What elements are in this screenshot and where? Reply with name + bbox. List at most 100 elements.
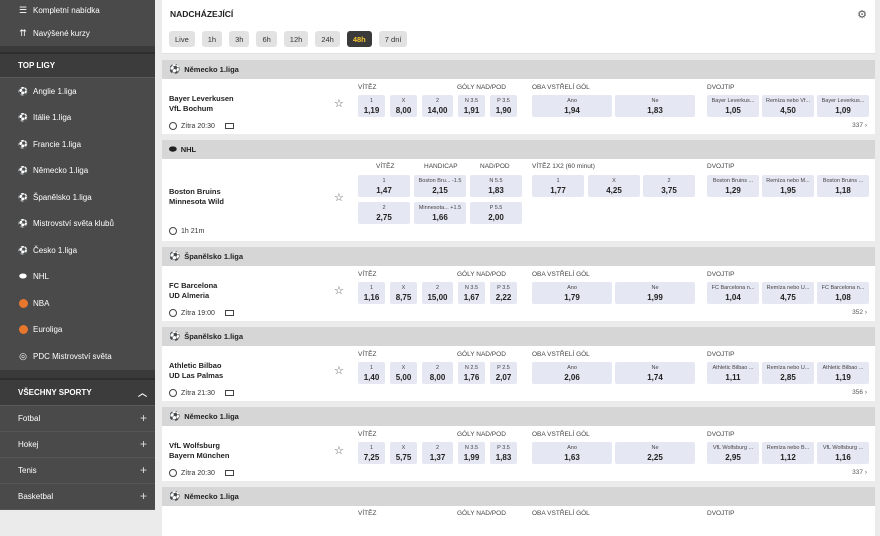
sidebar-league-item[interactable]: ⬬ NHL <box>0 264 155 291</box>
odds-button[interactable]: Ano 2,06 <box>532 362 612 384</box>
odds-button[interactable]: Remíza nebo M... 1,95 <box>762 175 814 197</box>
sidebar-league-item[interactable]: ◎ PDC Mistrovství světa <box>0 343 155 370</box>
favorite-star-icon[interactable]: ☆ <box>334 97 344 110</box>
league-header[interactable]: ⚽ Německo 1.liga <box>162 487 875 506</box>
tab-7-dní[interactable]: 7 dní <box>378 31 408 47</box>
odds-button[interactable]: X 5,00 <box>390 362 417 384</box>
odds-button[interactable]: 1 1,19 <box>358 95 385 117</box>
odds-button[interactable]: P 3.5 1,90 <box>490 95 517 117</box>
match-teams[interactable]: VfL Wolfsburg Bayern München <box>169 441 229 461</box>
odds-button[interactable]: FC Barcelona n... 1,08 <box>817 282 869 304</box>
tab-12h[interactable]: 12h <box>283 31 309 47</box>
sidebar-league-item[interactable]: ⚽ Mistrovství světa klubů <box>0 211 155 238</box>
odds-button[interactable]: X 8,00 <box>390 95 417 117</box>
sidebar-sport-item[interactable]: Fotbal + <box>0 405 155 432</box>
filter-settings-icon[interactable]: ⚙ <box>857 8 867 21</box>
league-header[interactable]: ⬬ NHL <box>162 140 875 159</box>
odds-button[interactable]: 2 3,75 <box>643 175 695 197</box>
odds-button[interactable]: Ne 1,99 <box>615 282 695 304</box>
odds-button[interactable]: Minnesota... +1.5 1,66 <box>414 202 466 224</box>
favorite-star-icon[interactable]: ☆ <box>334 444 344 457</box>
sidebar-item-boosted-odds[interactable]: ⇈ Navýšené kurzy <box>0 20 155 46</box>
league-header[interactable]: ⚽ Španělsko 1.liga <box>162 247 875 266</box>
odds-button[interactable]: P 2.5 2,07 <box>490 362 517 384</box>
odds-button[interactable]: 2 15,00 <box>422 282 453 304</box>
odds-button[interactable]: 1 1,16 <box>358 282 385 304</box>
match-teams[interactable]: Bayer Leverkusen VfL Bochum <box>169 94 234 114</box>
odds-button[interactable]: Bayer Leverkus... 1,09 <box>817 95 869 117</box>
odds-button[interactable]: Ano 1,94 <box>532 95 612 117</box>
favorite-star-icon[interactable]: ☆ <box>334 191 344 204</box>
odds-button[interactable]: Boston Bru... -1.5 2,15 <box>414 175 466 197</box>
odds-button[interactable]: 2 8,00 <box>422 362 453 384</box>
odds-button[interactable]: X 5,75 <box>390 442 417 464</box>
sidebar-league-item[interactable]: Euroliga <box>0 317 155 344</box>
more-markets-link[interactable]: 337 › <box>852 122 867 129</box>
sidebar-item-full-offer[interactable]: ☰ Kompletní nabídka <box>0 0 155 20</box>
favorite-star-icon[interactable]: ☆ <box>334 364 344 377</box>
more-markets-link[interactable]: 356 › <box>852 389 867 396</box>
favorite-star-icon[interactable]: ☆ <box>334 284 344 297</box>
odds-button[interactable]: Boston Bruins ... 1,18 <box>817 175 869 197</box>
sidebar-sport-item[interactable]: Tenis + <box>0 457 155 484</box>
odds-button[interactable]: Remíza nebo U... 2,85 <box>762 362 814 384</box>
tab-24h[interactable]: 24h <box>315 31 340 47</box>
sidebar-league-item[interactable]: NBA <box>0 290 155 317</box>
sidebar-league-item[interactable]: ⚽ Anglie 1.liga <box>0 78 155 105</box>
match-teams[interactable]: FC Barcelona UD Almeria <box>169 281 217 301</box>
odds-button[interactable]: VfL Wolfsburg ... 2,95 <box>707 442 759 464</box>
odds-button[interactable]: VfL Wolfsburg ... 1,16 <box>817 442 869 464</box>
match-teams[interactable]: Boston Bruins Minnesota Wild <box>169 187 224 207</box>
odds-button[interactable]: Ne 2,25 <box>615 442 695 464</box>
odds-button[interactable]: X 4,25 <box>588 175 640 197</box>
odds-button[interactable]: FC Barcelona n... 1,04 <box>707 282 759 304</box>
more-markets-link[interactable]: 337 › <box>852 469 867 476</box>
odds-button[interactable]: N 3.5 1,99 <box>458 442 485 464</box>
league-header[interactable]: ⚽ Španělsko 1.liga <box>162 327 875 346</box>
odds-button[interactable]: Bayer Leverkus... 1,05 <box>707 95 759 117</box>
odds-button[interactable]: Ne 1,74 <box>615 362 695 384</box>
odds-button[interactable]: Remíza nebo Vf... 4,50 <box>762 95 814 117</box>
sidebar-league-item[interactable]: ⚽ Itálie 1.liga <box>0 105 155 132</box>
odds-button[interactable]: Remíza nebo B... 1,12 <box>762 442 814 464</box>
tab-6h[interactable]: 6h <box>256 31 277 47</box>
odds-button[interactable]: Remíza nebo U... 4,75 <box>762 282 814 304</box>
odds-button[interactable]: 1 7,25 <box>358 442 385 464</box>
sidebar-league-item[interactable]: ⚽ Francie 1.liga <box>0 131 155 158</box>
odds-button[interactable]: P 3.5 2,22 <box>490 282 517 304</box>
odds-button[interactable]: Ne 1,83 <box>615 95 695 117</box>
odds-button[interactable]: X 8,75 <box>390 282 417 304</box>
odds-button[interactable]: Ano 1,79 <box>532 282 612 304</box>
odds-button[interactable]: 1 1,77 <box>532 175 584 197</box>
odds-button[interactable]: N 5.5 1,83 <box>470 175 522 197</box>
sidebar-league-item[interactable]: ⚽ Španělsko 1.liga <box>0 184 155 211</box>
tab-48h[interactable]: 48h <box>346 31 372 47</box>
odds-button[interactable]: 1 1,47 <box>358 175 410 197</box>
tab-live[interactable]: Live <box>169 31 195 47</box>
sidebar-league-item[interactable]: ⚽ Německo 1.liga <box>0 158 155 185</box>
more-markets-link[interactable]: 352 › <box>852 309 867 316</box>
tab-3h[interactable]: 3h <box>229 31 250 47</box>
sidebar-sport-item[interactable]: Basketbal + <box>0 483 155 510</box>
tab-1h[interactable]: 1h <box>201 31 223 47</box>
all-sports-header[interactable]: VŠECHNY SPORTY ︿ <box>0 377 155 406</box>
odds-value: 1,11 <box>725 373 741 382</box>
odds-button[interactable]: Athletic Bilbao ... 1,19 <box>817 362 869 384</box>
league-header[interactable]: ⚽ Německo 1.liga <box>162 407 875 426</box>
sidebar-league-item[interactable]: ⚽ Česko 1.liga <box>0 237 155 264</box>
odds-button[interactable]: 2 1,37 <box>422 442 453 464</box>
odds-button[interactable]: 2 14,00 <box>422 95 453 117</box>
odds-button[interactable]: N 2.5 1,76 <box>458 362 485 384</box>
match-teams[interactable]: Athletic Bilbao UD Las Palmas <box>169 361 223 381</box>
sidebar-sport-item[interactable]: Hokej + <box>0 431 155 458</box>
league-header[interactable]: ⚽ Německo 1.liga <box>162 60 875 79</box>
odds-button[interactable]: Athletic Bilbao ... 1,11 <box>707 362 759 384</box>
odds-button[interactable]: 1 1,40 <box>358 362 385 384</box>
odds-button[interactable]: Ano 1,63 <box>532 442 612 464</box>
odds-button[interactable]: P 5.5 2,00 <box>470 202 522 224</box>
odds-button[interactable]: 2 2,75 <box>358 202 410 224</box>
odds-button[interactable]: N 3.5 1,67 <box>458 282 485 304</box>
odds-button[interactable]: N 3.5 1,91 <box>458 95 485 117</box>
odds-button[interactable]: Boston Bruins ... 1,29 <box>707 175 759 197</box>
odds-button[interactable]: P 3.5 1,83 <box>490 442 517 464</box>
